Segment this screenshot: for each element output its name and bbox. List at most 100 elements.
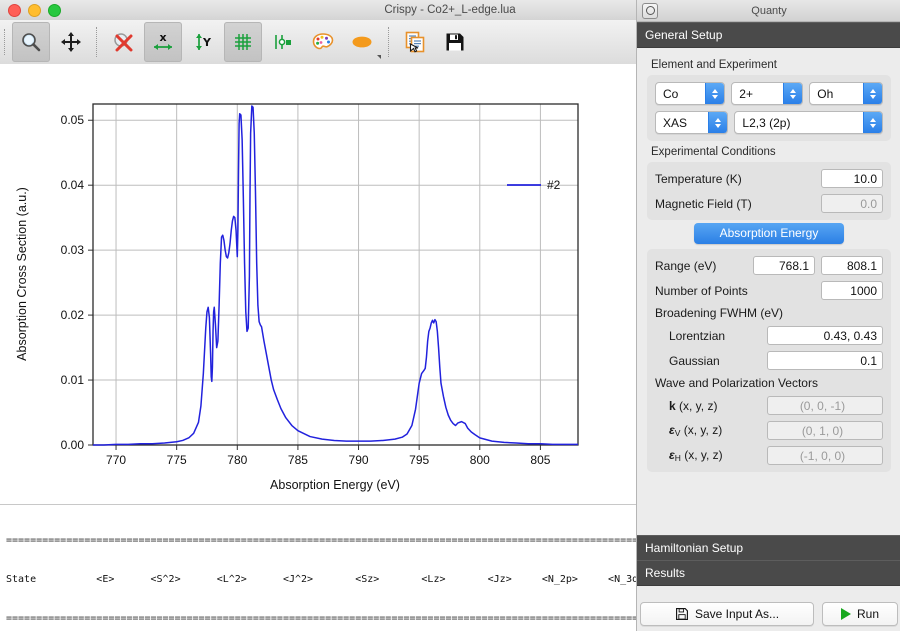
experiment-value: XAS <box>663 116 687 130</box>
x-tick-label: 775 <box>167 453 187 467</box>
sliders-icon <box>271 31 295 53</box>
points-input[interactable]: 1000 <box>821 281 883 300</box>
x-axis-label: Absorption Energy (eV) <box>270 478 400 492</box>
log-rule-top: ========================================… <box>0 534 636 547</box>
temperature-label: Temperature (K) <box>655 172 742 186</box>
temperature-input[interactable]: 10.0 <box>821 169 883 188</box>
chevron-updown-icon[interactable] <box>863 83 882 104</box>
x-tick-label: 795 <box>409 453 429 467</box>
lorentzian-label: Lorentzian <box>669 329 725 343</box>
x-tick-label: 785 <box>288 453 308 467</box>
element-row: Co 2+ Oh <box>655 82 883 105</box>
y-axis-tool-button[interactable]: Y <box>184 22 222 62</box>
vectors-label-row: Wave and Polarization Vectors <box>655 376 883 390</box>
palette-icon <box>311 31 335 53</box>
x-tick-label: 790 <box>349 453 369 467</box>
eh-vector-input[interactable]: (-1, 0, 0) <box>767 446 883 465</box>
broadening-label: Broadening FWHM (eV) <box>655 306 783 320</box>
oxidation-value: 2+ <box>739 87 753 101</box>
y-tick-label: 0.00 <box>61 438 85 452</box>
run-label: Run <box>857 607 879 621</box>
grid-tool-button[interactable] <box>224 22 262 62</box>
absorption-energy-button[interactable]: Absorption Energy <box>694 223 844 244</box>
k-vector-label: k (x, y, z) <box>669 399 717 413</box>
magnifier-cancel-icon <box>112 31 134 53</box>
element-select[interactable]: Co <box>655 82 725 105</box>
magnetic-field-row: Magnetic Field (T) 0.0 <box>655 194 883 213</box>
chevron-updown-icon[interactable] <box>705 83 724 104</box>
experiment-row: XAS L2,3 (2p) <box>655 111 883 134</box>
ellipse-icon <box>350 31 376 53</box>
svg-text:x: x <box>159 31 166 44</box>
chevron-updown-icon[interactable] <box>708 112 727 133</box>
k-vector-input[interactable]: (0, 0, -1) <box>767 396 883 415</box>
legend-label: #2 <box>547 178 561 192</box>
eh-vector-row: εH (x, y, z) (-1, 0, 0) <box>655 446 883 465</box>
color-tool-caret-icon[interactable] <box>377 55 381 59</box>
spectrum-plot[interactable]: 770775780785790795800805 0.000.010.020.0… <box>0 64 636 504</box>
section-results[interactable]: Results <box>637 560 900 586</box>
save-input-as-button[interactable]: Save Input As... <box>640 602 814 626</box>
svg-text:Y: Y <box>202 36 212 49</box>
oxidation-select[interactable]: 2+ <box>731 82 803 105</box>
x-axis-icon: x <box>151 31 175 53</box>
vectors-label: Wave and Polarization Vectors <box>655 376 818 390</box>
symmetry-select[interactable]: Oh <box>809 82 883 105</box>
run-button[interactable]: Run <box>822 602 898 626</box>
chevron-updown-icon[interactable] <box>863 112 882 133</box>
dock-action-bar: Save Input As... Run <box>637 597 900 631</box>
lorentzian-input[interactable]: 0.43, 0.43 <box>767 326 883 345</box>
crispy-application-window: Crispy - Co2+_L-edge.lua <box>0 0 900 631</box>
grid-icon <box>232 31 254 53</box>
chevron-updown-icon[interactable] <box>783 83 802 104</box>
magnetic-field-input[interactable]: 0.0 <box>821 194 883 213</box>
log-rule-mid: ========================================… <box>0 612 636 625</box>
ev-vector-label: εV (x, y, z) <box>669 423 722 438</box>
y-axis-icon: Y <box>191 31 215 53</box>
experimental-conditions-group: Temperature (K) 10.0 Magnetic Field (T) … <box>647 162 891 220</box>
magnetic-field-label: Magnetic Field (T) <box>655 197 752 211</box>
pan-tool-button[interactable] <box>52 22 90 62</box>
lorentzian-row: Lorentzian 0.43, 0.43 <box>655 326 883 345</box>
section-general-setup[interactable]: General Setup <box>637 22 900 48</box>
element-and-experiment-group: Co 2+ Oh XAS <box>647 75 891 141</box>
dock-title-bar: Quanty <box>637 0 900 22</box>
save-tool-button[interactable] <box>436 22 474 62</box>
range-min-input[interactable]: 768.1 <box>753 256 815 275</box>
save-input-as-label: Save Input As... <box>695 607 779 621</box>
gaussian-input[interactable]: 0.1 <box>767 351 883 370</box>
palette-tool-button[interactable] <box>304 22 342 62</box>
plot-canvas[interactable]: 770775780785790795800805 0.000.010.020.0… <box>0 64 636 504</box>
play-icon <box>841 608 851 620</box>
points-row: Number of Points 1000 <box>655 281 883 300</box>
experimental-conditions-label: Experimental Conditions <box>651 146 891 158</box>
temperature-row: Temperature (K) 10.0 <box>655 169 883 188</box>
edge-select[interactable]: L2,3 (2p) <box>734 111 883 134</box>
markers-tool-button[interactable] <box>264 22 302 62</box>
edge-value: L2,3 (2p) <box>742 116 790 130</box>
log-header: State <E> <S^2> <L^2> <J^2> <Sz> <Lz> <J… <box>0 573 636 586</box>
zoom-tool-button[interactable] <box>12 22 50 62</box>
floppy-disk-icon <box>444 31 466 53</box>
section-hamiltonian-setup[interactable]: Hamiltonian Setup <box>637 535 900 561</box>
x-tick-label: 780 <box>227 453 247 467</box>
copy-tool-button[interactable] <box>396 22 434 62</box>
experiment-select[interactable]: XAS <box>655 111 728 134</box>
plot-toolbar: x Y <box>0 20 636 65</box>
ev-vector-input[interactable]: (0, 1, 0) <box>767 421 883 440</box>
y-tick-label: 0.04 <box>61 178 85 192</box>
element-value: Co <box>663 87 678 101</box>
results-log[interactable]: ========================================… <box>0 505 636 634</box>
range-max-input[interactable]: 808.1 <box>821 256 883 275</box>
general-setup-body: Element and Experiment Co 2+ Oh <box>637 48 900 472</box>
y-axis-label: Absorption Cross Section (a.u.) <box>15 187 29 361</box>
gaussian-row: Gaussian 0.1 <box>655 351 883 370</box>
y-tick-label: 0.01 <box>61 373 85 387</box>
k-vector-row: k (x, y, z) (0, 0, -1) <box>655 396 883 415</box>
clear-tool-button[interactable] <box>104 22 142 62</box>
color-tool-button[interactable] <box>344 22 382 62</box>
move-arrows-icon <box>60 31 82 53</box>
toolbar-separator-1 <box>96 27 98 57</box>
element-and-experiment-label: Element and Experiment <box>651 59 891 71</box>
x-axis-tool-button[interactable]: x <box>144 22 182 62</box>
